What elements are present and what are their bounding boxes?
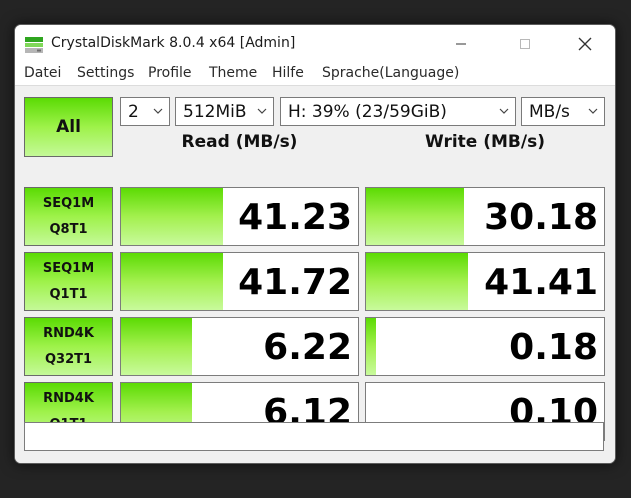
write-value: 30.18: [484, 197, 598, 238]
write-column-header: Write (MB/s): [425, 132, 545, 152]
test-name: RND4K: [43, 325, 94, 341]
maximize-button[interactable]: [503, 25, 547, 62]
menu-language[interactable]: Sprache(Language): [322, 65, 459, 81]
write-result-cell: 41.41: [365, 252, 605, 311]
write-result-cell: 0.18: [365, 317, 605, 376]
write-result-cell: 30.18: [365, 187, 605, 246]
read-value: 41.72: [238, 262, 352, 303]
test-count-select[interactable]: 2: [120, 97, 170, 126]
run-all-button[interactable]: All: [24, 97, 113, 157]
status-bar: [24, 422, 604, 451]
chevron-down-icon: [257, 108, 267, 114]
test-name: RND4K: [43, 390, 94, 406]
read-result-cell: 41.72: [120, 252, 359, 311]
test-button-rnd4k-q32t1[interactable]: RND4K Q32T1: [24, 317, 113, 376]
unit-value: MB/s: [529, 101, 570, 122]
minimize-icon: [456, 43, 466, 44]
read-column-header: Read (MB/s): [181, 132, 298, 152]
read-result-cell: 41.23: [120, 187, 359, 246]
main-panel: All 2 512MiB H: 39% (23/59GiB) MB/s Read…: [15, 86, 615, 463]
app-logo-icon: [25, 37, 43, 53]
close-button[interactable]: [563, 25, 607, 62]
write-value: 0.18: [509, 327, 598, 368]
test-name: SEQ1M: [42, 260, 95, 276]
test-params: Q32T1: [44, 351, 93, 367]
read-level-bar: [121, 253, 223, 310]
test-count-value: 2: [128, 101, 139, 122]
test-params: Q8T1: [49, 221, 88, 237]
drive-select[interactable]: H: 39% (23/59GiB): [280, 97, 516, 126]
close-icon: [578, 37, 592, 50]
read-level-bar: [121, 188, 223, 245]
chevron-down-icon: [588, 108, 598, 114]
chevron-down-icon: [499, 108, 509, 114]
minimize-button[interactable]: [439, 25, 483, 62]
test-button-seq1m-q8t1[interactable]: SEQ1M Q8T1: [24, 187, 113, 246]
menu-bar: Datei Settings Profile Theme Hilfe Sprac…: [15, 62, 615, 86]
read-value: 41.23: [238, 197, 352, 238]
test-size-value: 512MiB: [183, 101, 247, 122]
read-result-cell: 6.22: [120, 317, 359, 376]
write-level-bar: [366, 188, 464, 245]
unit-select[interactable]: MB/s: [521, 97, 605, 126]
menu-datei[interactable]: Datei: [24, 65, 61, 81]
write-level-bar: [366, 318, 376, 375]
menu-profile[interactable]: Profile: [148, 65, 192, 81]
menu-hilfe[interactable]: Hilfe: [272, 65, 304, 81]
write-value: 41.41: [484, 262, 598, 303]
menu-settings[interactable]: Settings: [77, 65, 134, 81]
title-bar[interactable]: CrystalDiskMark 8.0.4 x64 [Admin]: [15, 25, 615, 62]
test-size-select[interactable]: 512MiB: [175, 97, 274, 126]
menu-theme[interactable]: Theme: [209, 65, 257, 81]
test-button-seq1m-q1t1[interactable]: SEQ1M Q1T1: [24, 252, 113, 311]
app-window: CrystalDiskMark 8.0.4 x64 [Admin] Datei …: [14, 24, 616, 464]
test-name: SEQ1M: [42, 195, 95, 211]
window-title: CrystalDiskMark 8.0.4 x64 [Admin]: [51, 35, 296, 51]
drive-value: H: 39% (23/59GiB): [288, 101, 447, 122]
read-value: 6.22: [263, 327, 352, 368]
maximize-icon: [520, 38, 530, 49]
test-params: Q1T1: [49, 286, 88, 302]
write-level-bar: [366, 253, 469, 310]
read-level-bar: [121, 318, 193, 375]
run-all-label: All: [56, 117, 81, 137]
chevron-down-icon: [153, 108, 163, 114]
